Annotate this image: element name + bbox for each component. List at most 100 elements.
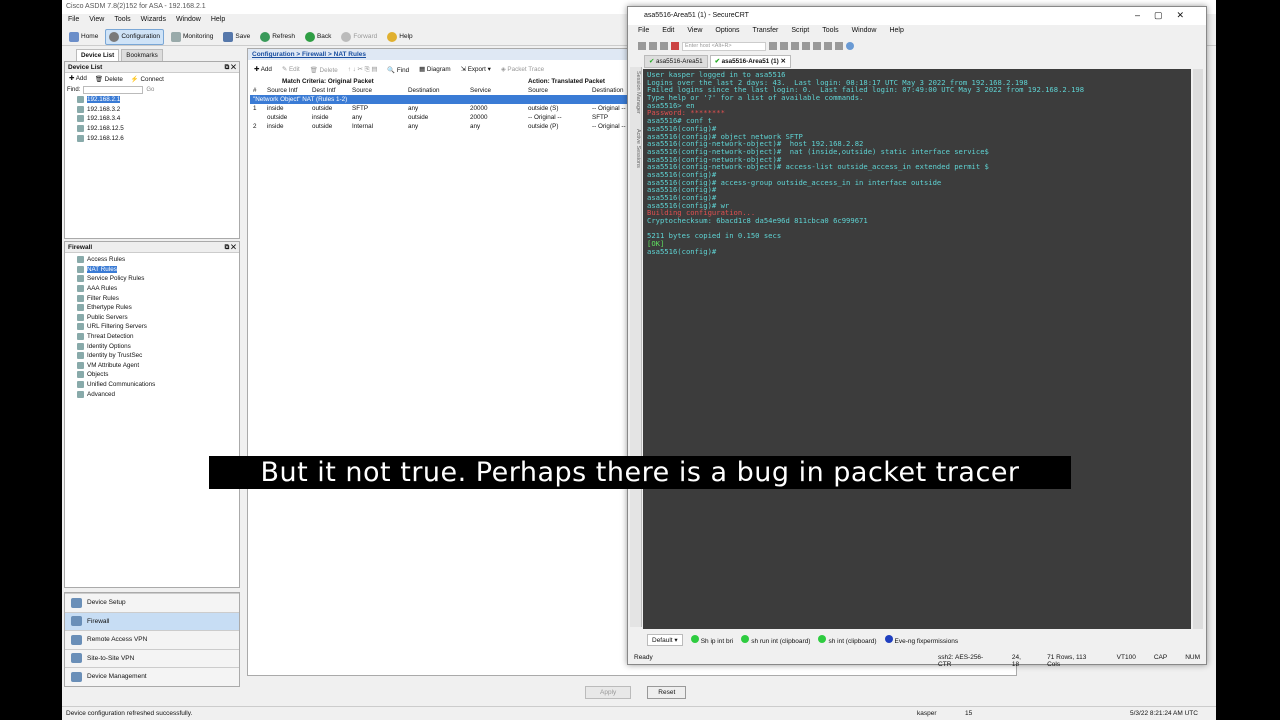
- crt-menu-tools[interactable]: Tools: [822, 27, 838, 36]
- nav-remote-access-vpn[interactable]: Remote Access VPN: [65, 630, 239, 649]
- save-button[interactable]: Save: [220, 30, 253, 44]
- home-button[interactable]: Home: [66, 30, 101, 44]
- add-device-button[interactable]: ✚ Add: [69, 75, 87, 83]
- menu-file[interactable]: File: [68, 16, 79, 24]
- help-icon[interactable]: [846, 42, 854, 50]
- crt-menu-window[interactable]: Window: [852, 27, 877, 36]
- reset-button[interactable]: Reset: [647, 686, 687, 699]
- device-item[interactable]: 192.168.12.6: [65, 133, 239, 143]
- tab-icon[interactable]: [660, 42, 668, 50]
- crt-menu-help[interactable]: Help: [889, 27, 903, 36]
- delete-rule-button[interactable]: 🗑 Delete: [310, 66, 338, 74]
- device-item[interactable]: 192.168.12.5: [65, 124, 239, 134]
- edit-rule-button[interactable]: ✎ Edit: [282, 66, 300, 74]
- export-button[interactable]: ⇲ Export ▾: [461, 66, 491, 74]
- tools-icon[interactable]: [824, 42, 832, 50]
- button-eve-ng[interactable]: Eve-ng fixpermissions: [884, 635, 958, 645]
- help-button[interactable]: Help: [384, 30, 415, 44]
- tree-threat-detection[interactable]: Threat Detection: [65, 332, 239, 342]
- key-icon[interactable]: [835, 42, 843, 50]
- menu-tools[interactable]: Tools: [114, 16, 130, 24]
- col-num[interactable]: #: [250, 86, 264, 95]
- apply-button[interactable]: Apply: [585, 686, 632, 699]
- col-destination[interactable]: Destination: [405, 86, 467, 95]
- terminal[interactable]: User kasper logged in to asa5516 Logins …: [643, 69, 1191, 629]
- device-item[interactable]: 192.168.3.2: [65, 105, 239, 115]
- host-input[interactable]: Enter host <Alt+R>: [682, 41, 766, 51]
- menu-wizards[interactable]: Wizards: [141, 16, 166, 24]
- crt-menu-script[interactable]: Script: [791, 27, 809, 36]
- col-source[interactable]: Source: [349, 86, 405, 95]
- print-icon[interactable]: [802, 42, 810, 50]
- packet-trace-button[interactable]: ◈ Packet Trace: [501, 66, 544, 74]
- col-dest-intf[interactable]: Dest Intf: [309, 86, 349, 95]
- tree-identity-trustsec[interactable]: Identity by TrustSec: [65, 351, 239, 361]
- tree-vm-attribute-agent[interactable]: VM Attribute Agent: [65, 361, 239, 371]
- tab-session-1[interactable]: ✔ asa5516-Area51: [644, 55, 708, 68]
- crt-menu-options[interactable]: Options: [715, 27, 739, 36]
- active-sessions-tab[interactable]: Active Sessions: [635, 129, 641, 168]
- button-sh-ip-int-bri[interactable]: Sh ip int bri: [690, 635, 733, 645]
- close-tab-icon[interactable]: ✕: [780, 58, 785, 65]
- tree-aaa-rules[interactable]: AAA Rules: [65, 284, 239, 294]
- disconnect-icon[interactable]: [671, 42, 679, 50]
- nav-site-to-site-vpn[interactable]: Site-to-Site VPN: [65, 648, 239, 667]
- connect-button[interactable]: ⚡ Connect: [131, 75, 164, 83]
- button-sh-run-int[interactable]: sh run int (clipboard): [741, 635, 810, 645]
- configuration-button[interactable]: Configuration: [105, 28, 165, 45]
- forward-button[interactable]: Forward: [338, 30, 380, 44]
- tab-session-2[interactable]: ✔ asa5516-Area51 (1) ✕: [709, 55, 791, 68]
- col-translated-source[interactable]: Source: [525, 86, 589, 95]
- crt-menu-view[interactable]: View: [687, 27, 702, 36]
- menu-view[interactable]: View: [89, 16, 104, 24]
- tree-public-servers[interactable]: Public Servers: [65, 313, 239, 323]
- tree-objects[interactable]: Objects: [65, 370, 239, 380]
- back-button[interactable]: Back: [302, 30, 334, 44]
- diagram-button[interactable]: ▦ Diagram: [419, 66, 451, 74]
- tree-access-rules[interactable]: Access Rules: [65, 255, 239, 265]
- refresh-button[interactable]: Refresh: [257, 30, 298, 44]
- nat-group-row[interactable]: "Network Object" NAT (Rules 1-2): [250, 95, 649, 104]
- tree-service-policy-rules[interactable]: Service Policy Rules: [65, 274, 239, 284]
- tree-unified-communications[interactable]: Unified Communications: [65, 380, 239, 390]
- crt-menu-transfer[interactable]: Transfer: [753, 27, 779, 36]
- tree-url-filtering[interactable]: URL Filtering Servers: [65, 322, 239, 332]
- col-source-intf[interactable]: Source Intf: [264, 86, 309, 95]
- tree-filter-rules[interactable]: Filter Rules: [65, 293, 239, 303]
- col-service[interactable]: Service: [467, 86, 525, 95]
- table-row[interactable]: 2 inside outside Internal any any outside (P) -…: [250, 122, 649, 131]
- device-item[interactable]: 192.168.2.1: [65, 95, 239, 105]
- crt-menu-edit[interactable]: Edit: [662, 27, 674, 36]
- nav-device-management[interactable]: Device Management: [65, 667, 239, 686]
- settings-icon[interactable]: [813, 42, 821, 50]
- paste-icon[interactable]: [780, 42, 788, 50]
- crt-menu-file[interactable]: File: [638, 27, 649, 36]
- panel-controls-icon[interactable]: ⧉ ✕: [225, 64, 236, 71]
- panel-controls-icon[interactable]: ⧉ ✕: [225, 244, 236, 251]
- move-arrows-icon[interactable]: ↑ ↓ ✂ ⎘ ▤: [348, 66, 378, 74]
- device-item[interactable]: 192.168.3.4: [65, 114, 239, 124]
- menu-window[interactable]: Window: [176, 16, 201, 24]
- connect-icon[interactable]: [638, 42, 646, 50]
- monitoring-button[interactable]: Monitoring: [168, 30, 216, 44]
- find-input[interactable]: [83, 86, 144, 94]
- window-controls-icon[interactable]: –▢✕: [1135, 10, 1198, 21]
- terminal-scrollbar[interactable]: [1193, 69, 1203, 629]
- tree-identity-options[interactable]: Identity Options: [65, 341, 239, 351]
- nav-device-setup[interactable]: Device Setup: [65, 593, 239, 612]
- quick-connect-icon[interactable]: [649, 42, 657, 50]
- tree-advanced[interactable]: Advanced: [65, 389, 239, 399]
- table-row[interactable]: outside inside any outside 20000 -- Original …: [250, 113, 649, 122]
- tree-nat-rules[interactable]: NAT Rules: [65, 265, 239, 275]
- tree-ethertype-rules[interactable]: Ethertype Rules: [65, 303, 239, 313]
- find-icon[interactable]: [791, 42, 799, 50]
- add-rule-button[interactable]: ✚ Add: [254, 66, 272, 74]
- session-manager-tab[interactable]: Session Manager: [635, 71, 641, 114]
- menu-help[interactable]: Help: [211, 16, 225, 24]
- delete-device-button[interactable]: 🗑 Delete: [95, 75, 123, 83]
- nav-firewall[interactable]: Firewall: [65, 611, 239, 630]
- find-button[interactable]: 🔍 Find: [387, 66, 409, 74]
- button-bar-selector[interactable]: Default ▾: [647, 634, 683, 646]
- go-button[interactable]: Go: [146, 87, 154, 93]
- table-row[interactable]: 1 inside outside SFTP any 20000 outside (S) -- …: [250, 104, 649, 113]
